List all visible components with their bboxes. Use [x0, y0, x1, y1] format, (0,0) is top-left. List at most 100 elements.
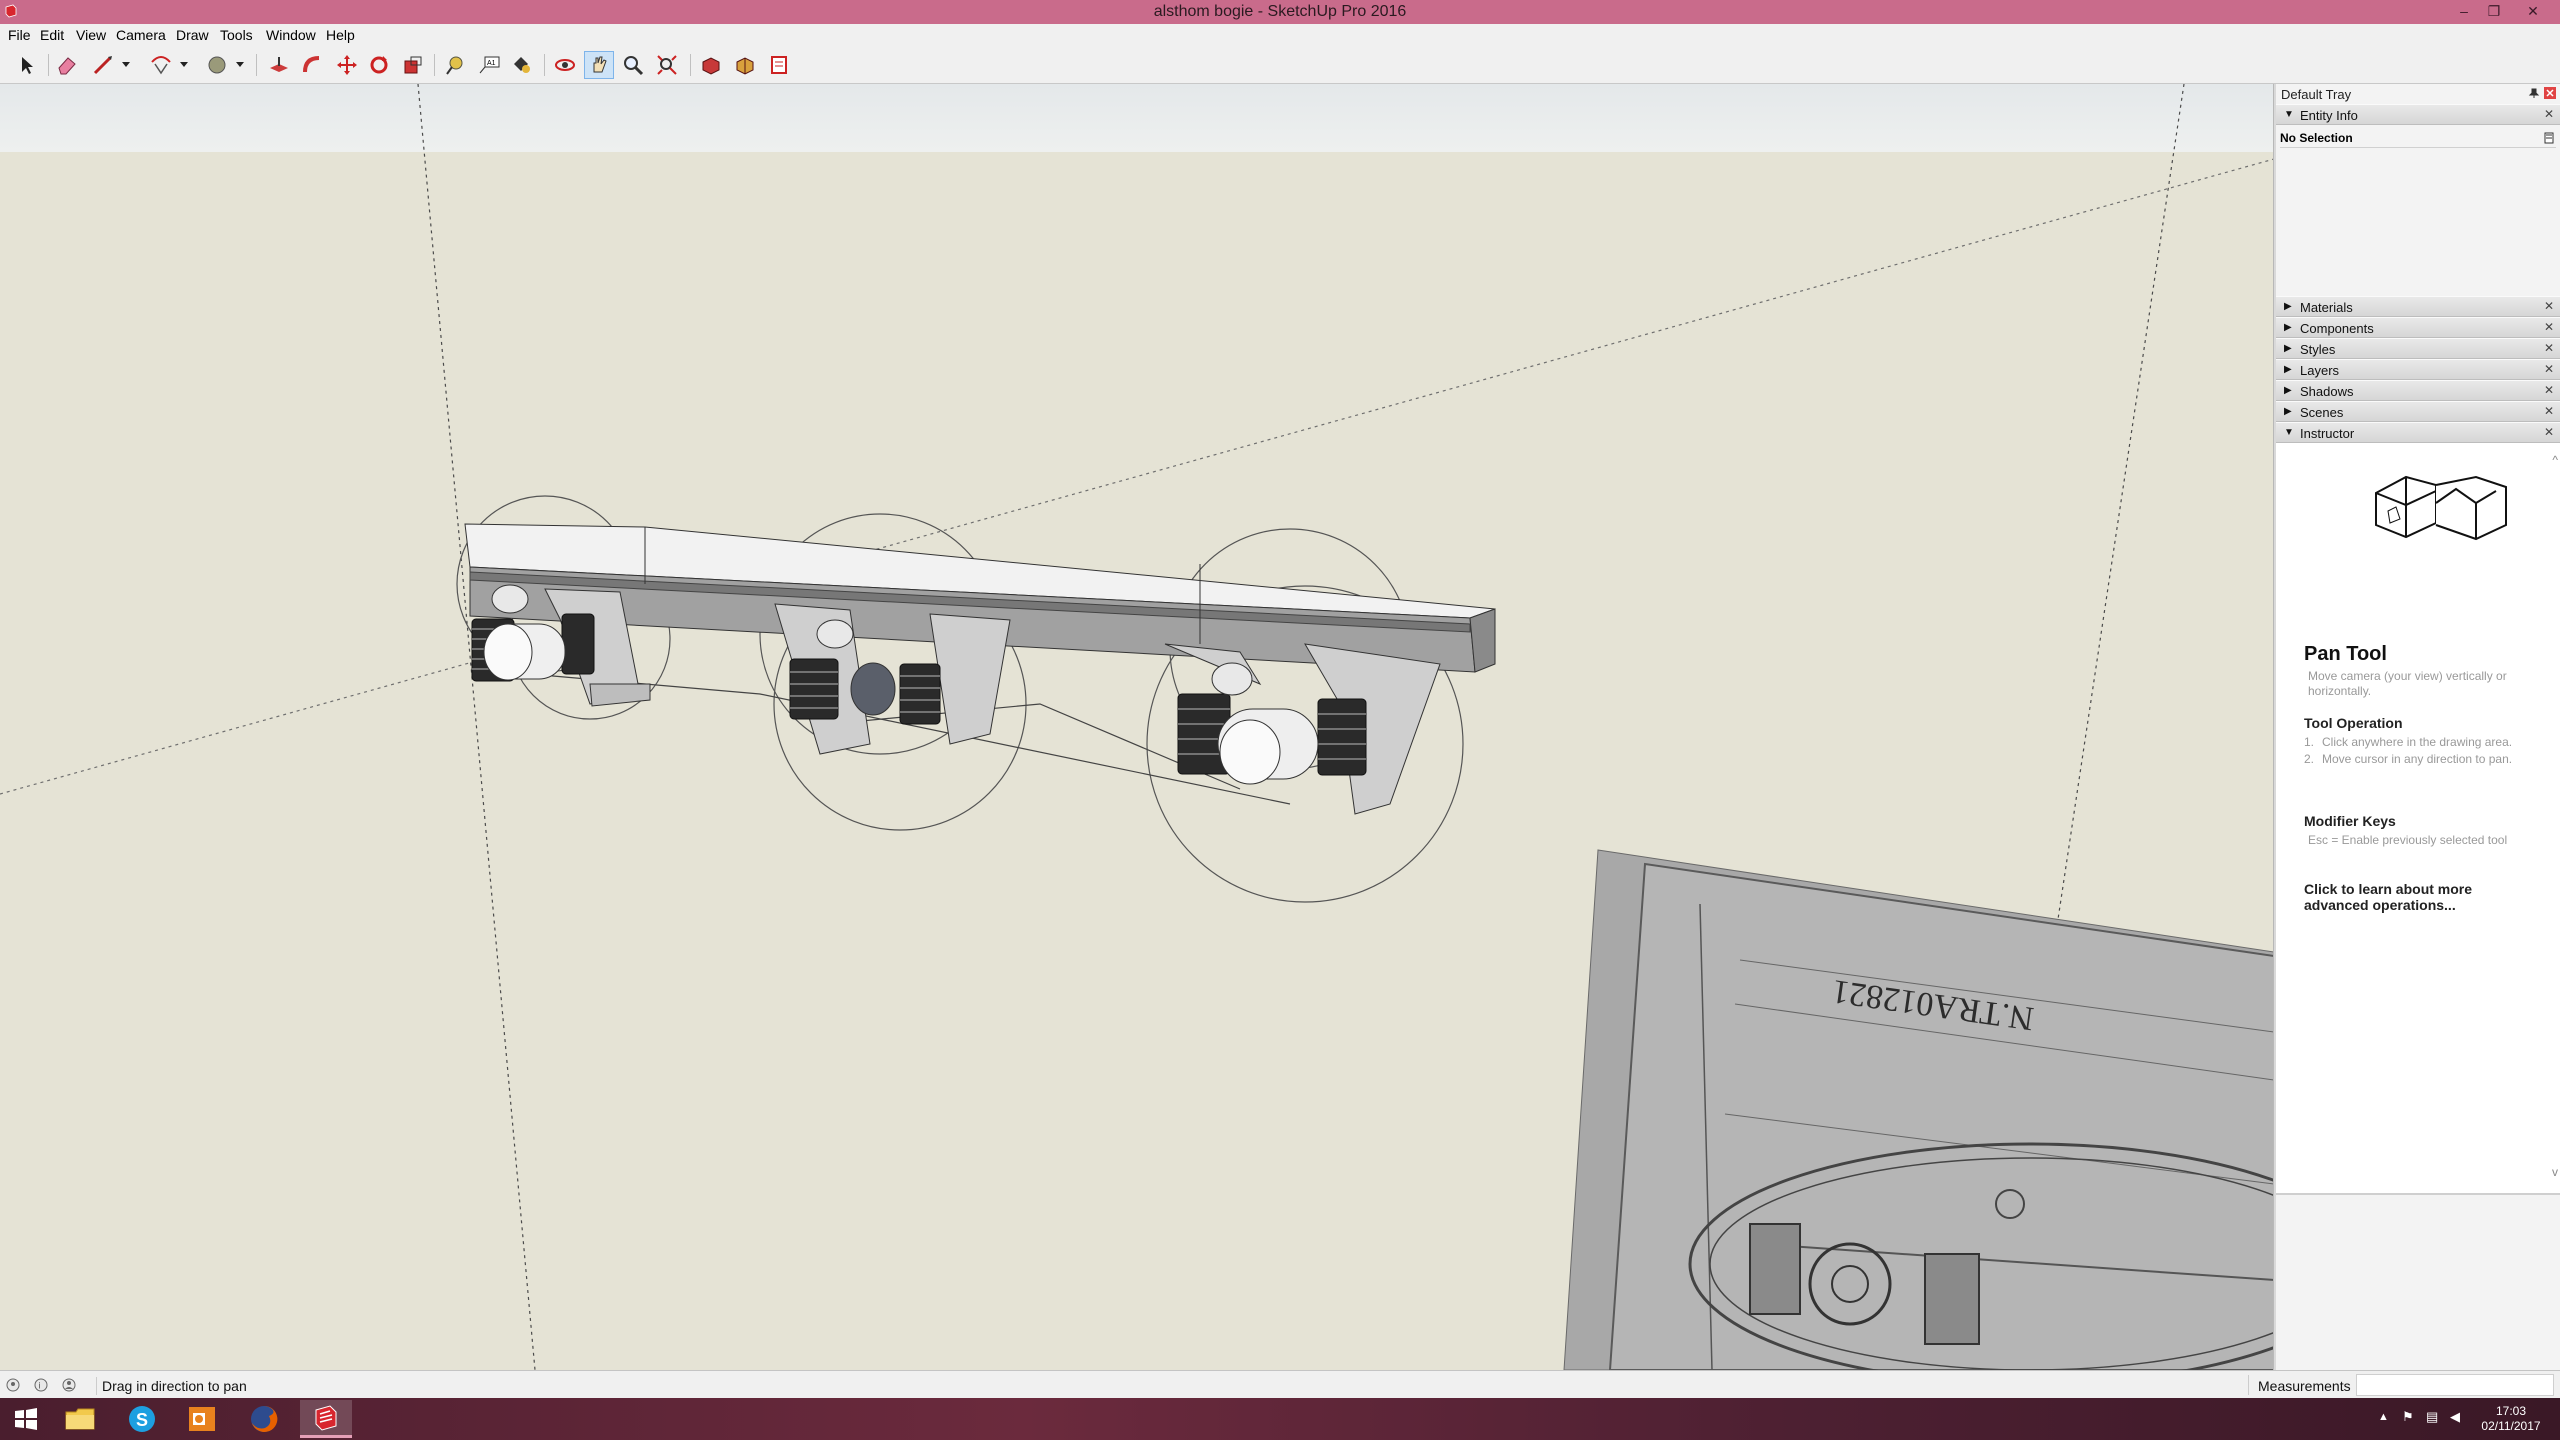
- shape-dropdown-icon[interactable]: [232, 51, 248, 79]
- close-window-button[interactable]: ✕: [2510, 0, 2556, 22]
- entity-info-panel: No Selection: [2276, 125, 2560, 296]
- scale-icon[interactable]: [398, 51, 428, 79]
- menu-view[interactable]: View: [76, 27, 106, 43]
- rotate-icon[interactable]: [364, 51, 394, 79]
- expanded-triangle-icon: ▼: [2284, 109, 2294, 120]
- volume-icon[interactable]: ◀: [2450, 1409, 2460, 1425]
- reference-blueprint[interactable]: N.TRA012821: [1563, 849, 2274, 1370]
- panel-close-icon[interactable]: ✕: [2544, 404, 2554, 418]
- arc-icon[interactable]: [146, 51, 176, 79]
- windows-taskbar: S ▲ ⚑ ▤ ◀ 17:03 02/11/2017: [0, 1398, 2560, 1440]
- panel-close-icon[interactable]: ✕: [2544, 107, 2554, 121]
- panel-close-icon[interactable]: ✕: [2544, 299, 2554, 313]
- scroll-up-icon[interactable]: ^: [2552, 453, 2558, 467]
- orbit-icon[interactable]: [550, 51, 580, 79]
- pan-icon[interactable]: [584, 51, 614, 79]
- menu-draw[interactable]: Draw: [176, 27, 209, 43]
- network-icon[interactable]: ▤: [2426, 1409, 2438, 1425]
- operation-step-2: 2. Move cursor in any direction to pan.: [2304, 752, 2534, 767]
- drawing-area[interactable]: N.TRA012821: [0, 84, 2274, 1370]
- panel-close-icon[interactable]: ✕: [2544, 362, 2554, 376]
- step-number: 2.: [2304, 752, 2315, 766]
- pin-icon[interactable]: [2528, 87, 2540, 99]
- flag-icon[interactable]: ⚑: [2402, 1409, 2414, 1425]
- red-axis-line: [0, 158, 2273, 795]
- minimize-button[interactable]: –: [2448, 0, 2480, 22]
- instructor-tool-name: Pan Tool: [2304, 643, 2387, 665]
- line-icon[interactable]: [88, 51, 118, 79]
- bogie-model[interactable]: [456, 495, 1496, 903]
- measurements-label: Measurements: [2258, 1378, 2351, 1394]
- shadows-panel-header[interactable]: ▶ Shadows ✕: [2276, 380, 2560, 401]
- scroll-down-icon[interactable]: v: [2552, 1165, 2558, 1179]
- materials-label: Materials: [2300, 300, 2353, 315]
- panel-close-icon[interactable]: ✕: [2544, 383, 2554, 397]
- windows-start-icon[interactable]: [0, 1400, 52, 1438]
- layers-label: Layers: [2300, 363, 2340, 378]
- clock[interactable]: 17:03 02/11/2017: [2476, 1404, 2546, 1434]
- skype-icon[interactable]: S: [116, 1400, 168, 1438]
- step-text: Click anywhere in the drawing area.: [2322, 735, 2513, 749]
- select-icon[interactable]: [12, 51, 42, 79]
- tape-measure-icon[interactable]: [440, 51, 470, 79]
- zoom-extents-icon[interactable]: [652, 51, 682, 79]
- user-account-icon[interactable]: [62, 1378, 76, 1392]
- layout-icon[interactable]: [764, 51, 794, 79]
- menu-camera[interactable]: Camera: [116, 27, 166, 43]
- collapsed-triangle-icon: ▶: [2284, 343, 2292, 354]
- maximize-button[interactable]: ❐: [2478, 0, 2510, 22]
- follow-me-icon[interactable]: [298, 51, 328, 79]
- menu-file[interactable]: File: [8, 27, 31, 43]
- zoom-icon[interactable]: [618, 51, 648, 79]
- menu-help[interactable]: Help: [326, 27, 355, 43]
- 3d-warehouse-icon[interactable]: [696, 51, 726, 79]
- materials-panel-header[interactable]: ▶ Materials ✕: [2276, 296, 2560, 317]
- arc-dropdown-icon[interactable]: [176, 51, 192, 79]
- text-icon[interactable]: A1: [474, 51, 504, 79]
- scenes-panel-header[interactable]: ▶ Scenes ✕: [2276, 401, 2560, 422]
- panel-close-icon[interactable]: ✕: [2544, 341, 2554, 355]
- styles-label: Styles: [2300, 342, 2336, 357]
- paint-bucket-icon[interactable]: [506, 51, 536, 79]
- window-title: alsthom bogie - SketchUp Pro 2016: [1153, 3, 1407, 20]
- tray-close-icon[interactable]: [2544, 87, 2556, 99]
- measurements-input[interactable]: [2356, 1374, 2554, 1396]
- firefox-icon[interactable]: [238, 1400, 290, 1438]
- status-bar: i Drag in direction to pan Measurements: [0, 1370, 2560, 1398]
- menu-window[interactable]: Window: [266, 27, 316, 43]
- selection-status: No Selection: [2280, 128, 2556, 148]
- push-pull-icon[interactable]: [264, 51, 294, 79]
- move-icon[interactable]: [332, 51, 362, 79]
- outlook-icon[interactable]: [176, 1400, 228, 1438]
- components-panel-header[interactable]: ▶ Components ✕: [2276, 317, 2560, 338]
- sketchup-taskbar-icon[interactable]: [300, 1400, 352, 1438]
- panel-close-icon[interactable]: ✕: [2544, 425, 2554, 439]
- step-number: 1.: [2304, 735, 2315, 749]
- extension-warehouse-icon[interactable]: [730, 51, 760, 79]
- collapsed-triangle-icon: ▶: [2284, 364, 2292, 375]
- components-label: Components: [2300, 321, 2374, 336]
- styles-panel-header[interactable]: ▶ Styles ✕: [2276, 338, 2560, 359]
- panel-close-icon[interactable]: ✕: [2544, 320, 2554, 334]
- tray-title: Default Tray: [2281, 87, 2352, 102]
- credits-icon[interactable]: i: [34, 1378, 48, 1392]
- toggle-details-icon[interactable]: [2544, 132, 2554, 144]
- menu-edit[interactable]: Edit: [40, 27, 64, 43]
- instructor-panel: ^ v Pan Tool Move camera (your view) ver…: [2276, 443, 2560, 1195]
- menu-tools[interactable]: Tools: [220, 27, 253, 43]
- file-explorer-icon[interactable]: [54, 1400, 106, 1438]
- collapsed-triangle-icon: ▶: [2284, 301, 2292, 312]
- instructor-panel-header[interactable]: ▼ Instructor ✕: [2276, 422, 2560, 443]
- entity-info-panel-header[interactable]: ▼ Entity Info ✕: [2276, 104, 2560, 125]
- show-hidden-icons[interactable]: ▲: [2378, 1411, 2389, 1423]
- geo-location-icon[interactable]: [6, 1378, 20, 1392]
- learn-more-link[interactable]: Click to learn about more advanced opera…: [2304, 881, 2524, 913]
- clock-time: 17:03: [2495, 1404, 2527, 1418]
- default-tray: Default Tray ▼ Entity Info ✕ No Selectio…: [2276, 84, 2560, 1370]
- eraser-icon[interactable]: [52, 51, 82, 79]
- operation-step-1: 1. Click anywhere in the drawing area.: [2304, 735, 2534, 750]
- layers-panel-header[interactable]: ▶ Layers ✕: [2276, 359, 2560, 380]
- line-dropdown-icon[interactable]: [118, 51, 134, 79]
- shadows-label: Shadows: [2300, 384, 2354, 399]
- circle-icon[interactable]: [202, 51, 232, 79]
